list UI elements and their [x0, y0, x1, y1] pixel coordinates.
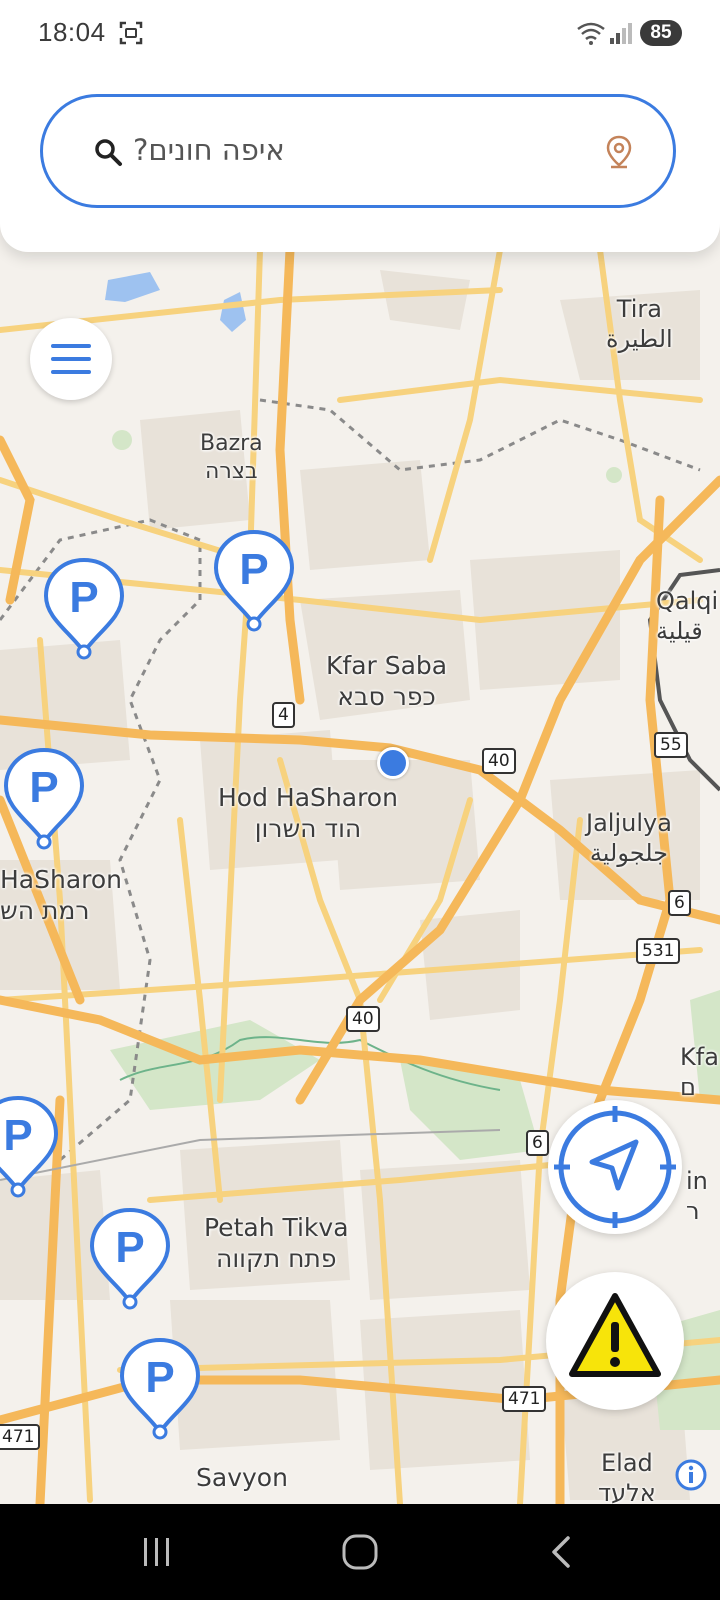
place-name-local: جلجولية — [589, 839, 668, 867]
place-name-en: Jaljulya — [586, 809, 672, 837]
place-name-en: in — [686, 1167, 708, 1195]
search-input[interactable]: איפה חונים? — [40, 94, 676, 208]
menu-button[interactable] — [30, 318, 112, 400]
road-shield-471: 471 — [0, 1424, 41, 1450]
hamburger-menu-icon — [51, 344, 91, 374]
place-name-local: בצרה — [205, 458, 258, 484]
wifi-icon — [576, 20, 606, 51]
place-name-en: Tira — [616, 295, 662, 323]
place-name-en: Kfar Saba — [326, 651, 448, 680]
place-name-local: الطيرة — [606, 325, 673, 353]
place-name-local: רמת הש — [0, 896, 90, 926]
road-shield-55: 55 — [654, 732, 688, 758]
road-shield-40: 40 — [482, 748, 516, 774]
road-shield-6: 6 — [668, 890, 691, 916]
parking-marker[interactable]: P — [42, 556, 126, 686]
parking-marker[interactable]: P — [88, 1206, 172, 1336]
place-label-tira: Tira الطيرة — [606, 294, 673, 354]
place-name-local: قيلية — [656, 617, 703, 645]
back-icon[interactable] — [546, 1534, 576, 1570]
warning-triangle-icon — [569, 1293, 661, 1377]
parking-marker[interactable]: P — [212, 528, 296, 658]
search-icon — [93, 137, 123, 172]
place-name-local: פתח תקווה — [216, 1244, 337, 1274]
place-name-en: Qalqi — [656, 587, 719, 615]
parking-letter: P — [69, 573, 98, 622]
status-time: 18:04 — [38, 17, 106, 47]
place-label-bazra: Bazra בצרה — [200, 430, 263, 485]
place-label-jaljulya: Jaljulya جلجولية — [586, 808, 672, 868]
parking-letter: P — [145, 1353, 174, 1402]
status-bar: 18:04 85 — [0, 0, 720, 64]
place-name-en: Kfa — [680, 1043, 719, 1071]
road-shield-471: 471 — [502, 1386, 547, 1412]
place-name-en: Petah Tikva — [204, 1213, 349, 1242]
parking-marker[interactable]: P — [2, 746, 86, 876]
search-placeholder: איפה חונים? — [133, 133, 285, 167]
place-label-kfar-edge: Kfa ם — [680, 1042, 719, 1102]
parking-letter: P — [29, 763, 58, 812]
home-icon[interactable] — [340, 1532, 380, 1572]
place-label-hod-hasharon: Hod HaSharon הוד השרון — [218, 782, 398, 845]
place-label-petah-tikva: Petah Tikva פתח תקווה — [204, 1212, 349, 1275]
place-label-savyon: Savyon — [196, 1462, 288, 1493]
screen-record-icon — [118, 20, 144, 51]
parking-letter: P — [115, 1223, 144, 1272]
place-label-kfar-saba: Kfar Saba כפר סבא — [326, 650, 447, 713]
place-name-en: Bazra — [200, 431, 263, 456]
navigate-button[interactable] — [548, 1100, 682, 1234]
place-name-en: Hod HaSharon — [218, 783, 398, 812]
info-icon[interactable] — [674, 1458, 708, 1497]
place-name-local: כפר סבא — [337, 682, 436, 712]
place-name-en: Savyon — [196, 1463, 288, 1492]
place-label-qalqilya: Qalqi قيلية — [656, 586, 718, 646]
location-pin-icon[interactable] — [605, 135, 633, 174]
current-location-dot — [377, 747, 409, 779]
road-shield-40: 40 — [346, 1006, 380, 1032]
parking-letter: P — [3, 1111, 32, 1160]
system-nav-bar — [0, 1504, 720, 1600]
parking-marker[interactable]: P — [118, 1336, 202, 1466]
place-name-local: הוד השרון — [254, 814, 362, 844]
parking-letter: P — [239, 545, 268, 594]
place-name-local: ר — [686, 1197, 700, 1225]
place-label-rosh-haayin-edge: in ר — [686, 1166, 708, 1226]
place-name-local: ם — [680, 1073, 696, 1101]
signal-icon — [608, 20, 634, 51]
search-panel: איפה חונים? — [0, 64, 720, 252]
place-label-elad: Elad אלעד — [598, 1448, 656, 1508]
road-shield-4: 4 — [272, 702, 295, 728]
road-shield-531: 531 — [636, 938, 681, 964]
battery-indicator: 85 — [640, 20, 682, 46]
parking-marker[interactable]: P — [0, 1094, 60, 1224]
road-shield-6: 6 — [526, 1130, 549, 1156]
recent-apps-icon[interactable] — [140, 1534, 174, 1570]
navigation-arrow-icon — [554, 1106, 676, 1228]
place-name-en: Elad — [601, 1449, 653, 1477]
report-button[interactable] — [546, 1272, 684, 1410]
